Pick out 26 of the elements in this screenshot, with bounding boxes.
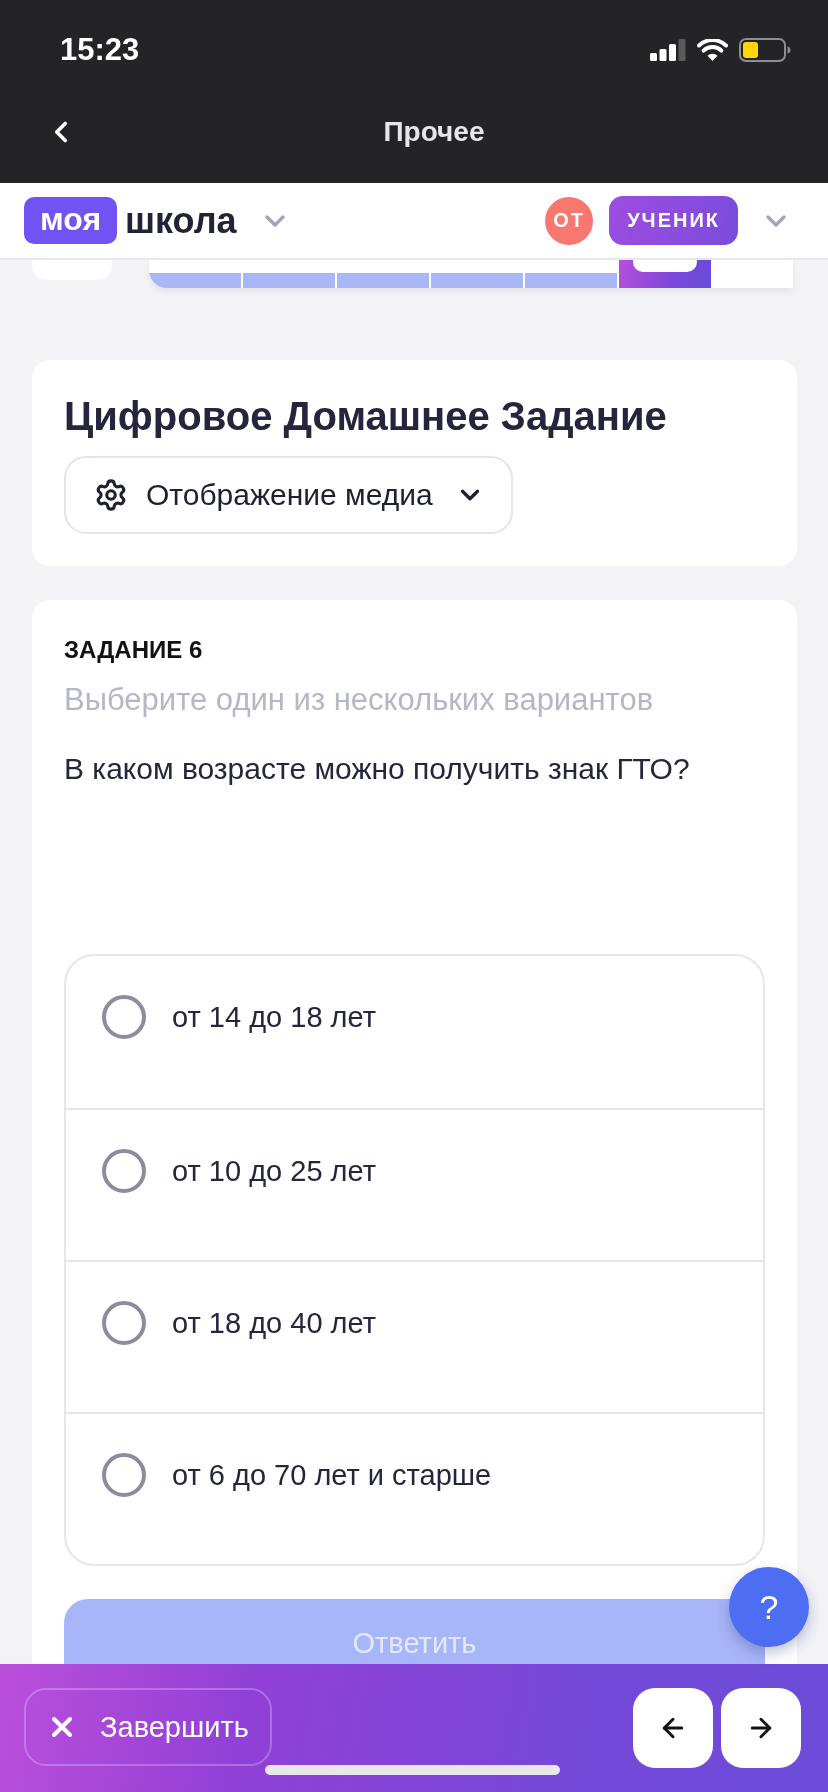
status-time: 15:23 xyxy=(60,32,140,68)
radio-button[interactable] xyxy=(102,995,146,1039)
previous-button[interactable] xyxy=(633,1688,713,1768)
task-segment[interactable] xyxy=(619,260,711,288)
wifi-icon xyxy=(697,39,728,61)
media-dropdown[interactable]: Отображение медиа xyxy=(64,456,513,534)
answer-option[interactable]: от 18 до 40 лет xyxy=(66,1260,763,1412)
card-title: Цифровое Домашнее Задание xyxy=(64,393,668,440)
radio-button[interactable] xyxy=(102,1453,146,1497)
task-instruction: Выберите один из нескольких вариантов xyxy=(64,682,655,718)
signal-icon xyxy=(650,39,686,61)
radio-button[interactable] xyxy=(102,1301,146,1345)
logo-badge: моя xyxy=(24,197,118,244)
logo-text: школа xyxy=(125,199,237,242)
battery-icon xyxy=(739,38,791,62)
role-button[interactable]: УЧЕНИК xyxy=(609,196,738,245)
task-question: В каком возрасте можно получить знак ГТО? xyxy=(64,751,691,787)
finish-button[interactable]: Завершить xyxy=(24,1688,272,1766)
answer-option[interactable]: от 10 до 25 лет xyxy=(66,1108,763,1260)
task-label: ЗАДАНИЕ 6 xyxy=(64,636,204,664)
answer-option[interactable]: от 14 до 18 лет xyxy=(66,956,763,1108)
nav-title: Прочее xyxy=(383,114,485,149)
next-button[interactable] xyxy=(721,1688,801,1768)
settings-icon xyxy=(94,478,128,512)
answer-option[interactable]: от 6 до 70 лет и старше xyxy=(66,1412,763,1564)
radio-button[interactable] xyxy=(102,1149,146,1193)
